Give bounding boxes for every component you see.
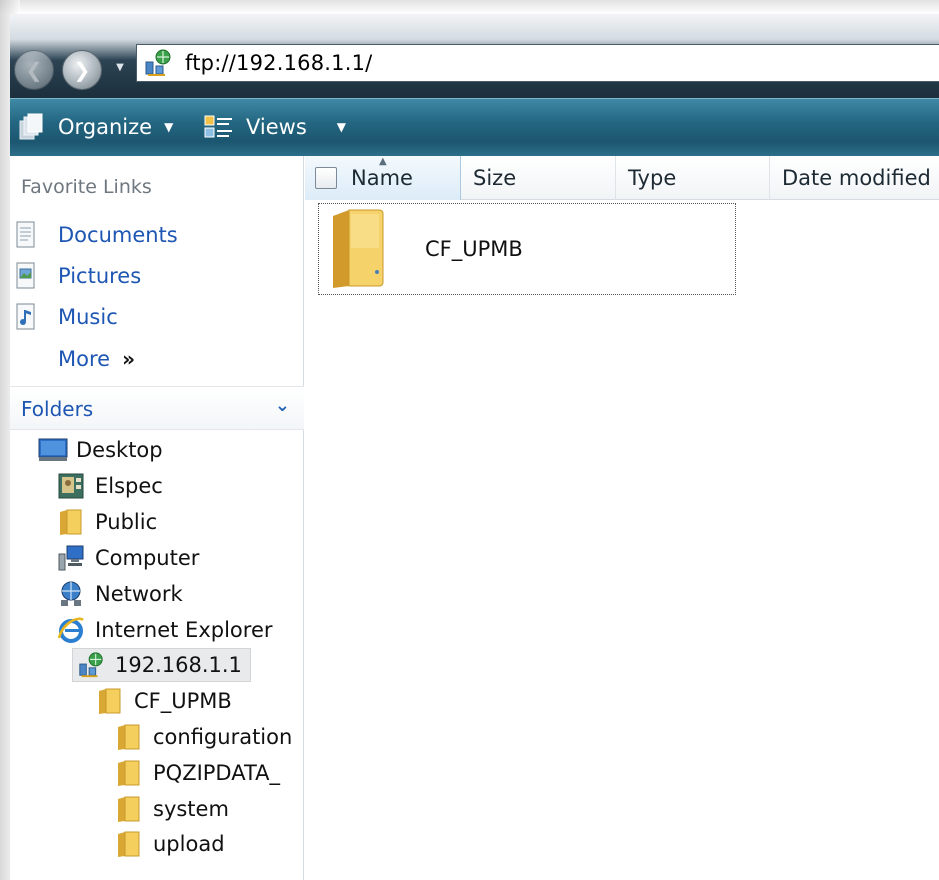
tree-label: upload bbox=[153, 832, 225, 856]
file-name: CF_UPMB bbox=[425, 237, 523, 261]
organize-label: Organize bbox=[58, 115, 153, 139]
folders-label: Folders bbox=[21, 397, 94, 421]
pictures-icon bbox=[14, 261, 38, 291]
address-bar[interactable]: ftp://192.168.1.1/ bbox=[136, 44, 939, 82]
select-all-checkbox[interactable] bbox=[315, 167, 337, 189]
back-button[interactable]: ❮ bbox=[14, 50, 54, 90]
recent-pages-dropdown[interactable]: ▼ bbox=[113, 60, 127, 76]
views-label: Views bbox=[246, 115, 307, 139]
file-item-folder[interactable]: CF_UPMB bbox=[318, 203, 736, 295]
large-folder-icon bbox=[327, 208, 387, 290]
folder-icon bbox=[115, 759, 143, 787]
tree-item-elspec[interactable]: Elspec bbox=[57, 469, 163, 503]
folder-icon bbox=[115, 723, 143, 751]
user-folder-icon bbox=[57, 472, 85, 500]
more-label: More bbox=[58, 347, 111, 371]
tree-item-internet-explorer[interactable]: Internet Explorer bbox=[57, 613, 273, 647]
navigation-pane: Favorite Links Documents Pictures Music … bbox=[10, 156, 304, 880]
chevron-down-icon[interactable]: ⌄ bbox=[275, 395, 290, 416]
network-icon bbox=[57, 580, 85, 608]
tree-item-desktop[interactable]: Desktop bbox=[38, 433, 163, 467]
tree-item-computer[interactable]: Computer bbox=[57, 541, 199, 575]
more-chevron-icon: » bbox=[122, 347, 135, 371]
command-bar: Organize ▼ Views ▼ bbox=[10, 98, 939, 156]
tree-label: CF_UPMB bbox=[134, 689, 232, 713]
computer-icon bbox=[57, 544, 85, 572]
organize-button[interactable]: Organize ▼ bbox=[18, 111, 173, 143]
more-favorites-link[interactable]: More » bbox=[58, 342, 135, 376]
tree-item-public[interactable]: Public bbox=[57, 505, 157, 539]
views-dropdown-icon: ▼ bbox=[336, 120, 347, 134]
column-type-label: Type bbox=[628, 166, 677, 190]
favorite-music-label: Music bbox=[58, 305, 118, 329]
folder-icon bbox=[57, 508, 85, 536]
organize-icon bbox=[18, 113, 46, 141]
folder-icon bbox=[115, 795, 143, 823]
column-date-label: Date modified bbox=[782, 166, 931, 190]
forward-arrow-icon: ❯ bbox=[73, 58, 91, 82]
column-header-size[interactable]: Size bbox=[461, 156, 616, 200]
column-header-type[interactable]: Type bbox=[616, 156, 770, 200]
address-text[interactable]: ftp://192.168.1.1/ bbox=[185, 51, 372, 75]
favorite-documents-label: Documents bbox=[58, 223, 178, 247]
tree-label: Network bbox=[95, 582, 183, 606]
tree-item-pqzipdata[interactable]: PQZIPDATA_ bbox=[115, 756, 280, 790]
sort-ascending-icon: ▲ bbox=[379, 156, 387, 167]
favorite-pictures[interactable]: Pictures bbox=[14, 259, 141, 293]
tree-item-cf-upmb[interactable]: CF_UPMB bbox=[96, 684, 232, 718]
ftp-site-icon bbox=[143, 48, 173, 78]
tree-item-network[interactable]: Network bbox=[57, 577, 183, 611]
tree-label: Desktop bbox=[76, 438, 163, 462]
column-size-label: Size bbox=[473, 166, 517, 190]
music-icon bbox=[14, 302, 38, 332]
folder-icon bbox=[96, 687, 124, 715]
tree-label: configuration bbox=[153, 725, 293, 749]
organize-dropdown-icon: ▼ bbox=[164, 120, 174, 134]
column-name-label: Name bbox=[351, 166, 413, 190]
favorite-music[interactable]: Music bbox=[14, 300, 118, 334]
internet-explorer-icon bbox=[57, 616, 85, 644]
tree-item-system[interactable]: system bbox=[115, 792, 229, 826]
tree-item-configuration[interactable]: configuration bbox=[115, 720, 292, 754]
tree-item-ftp-site[interactable]: 192.168.1.1 bbox=[72, 648, 251, 682]
favorite-documents[interactable]: Documents bbox=[14, 218, 178, 252]
back-arrow-icon: ❮ bbox=[25, 58, 43, 82]
folder-icon bbox=[115, 830, 143, 858]
favorite-pictures-label: Pictures bbox=[58, 264, 142, 288]
window-shadow-top bbox=[0, 0, 939, 14]
documents-icon bbox=[14, 220, 38, 250]
column-header-date-modified[interactable]: Date modified bbox=[770, 156, 939, 200]
tree-label: Elspec bbox=[95, 474, 163, 498]
file-list-pane: ▲ Name Size Type Date modified CF_UPMB bbox=[305, 156, 939, 880]
tree-label: Internet Explorer bbox=[95, 618, 273, 642]
forward-button[interactable]: ❯ bbox=[62, 50, 102, 90]
tree-label: system bbox=[153, 797, 229, 821]
column-header-row: ▲ Name Size Type Date modified bbox=[305, 156, 939, 200]
column-header-name[interactable]: ▲ Name bbox=[305, 156, 461, 200]
tree-label: Computer bbox=[95, 546, 200, 570]
desktop-icon bbox=[38, 436, 68, 464]
ftp-site-icon bbox=[77, 651, 105, 679]
views-button[interactable]: Views ▼ bbox=[204, 111, 346, 143]
tree-item-upload[interactable]: upload bbox=[115, 827, 225, 861]
views-icon bbox=[204, 114, 234, 140]
tree-label: Public bbox=[95, 510, 158, 534]
tree-label: 192.168.1.1 bbox=[115, 653, 242, 677]
folders-header[interactable]: Folders ⌄ bbox=[10, 386, 304, 430]
tree-label: PQZIPDATA_ bbox=[153, 761, 281, 785]
explorer-window: ❮ ❯ ▼ ftp://192.168.1.1/ Organize ▼ View… bbox=[0, 0, 939, 880]
favorite-links-header: Favorite Links bbox=[21, 176, 152, 198]
